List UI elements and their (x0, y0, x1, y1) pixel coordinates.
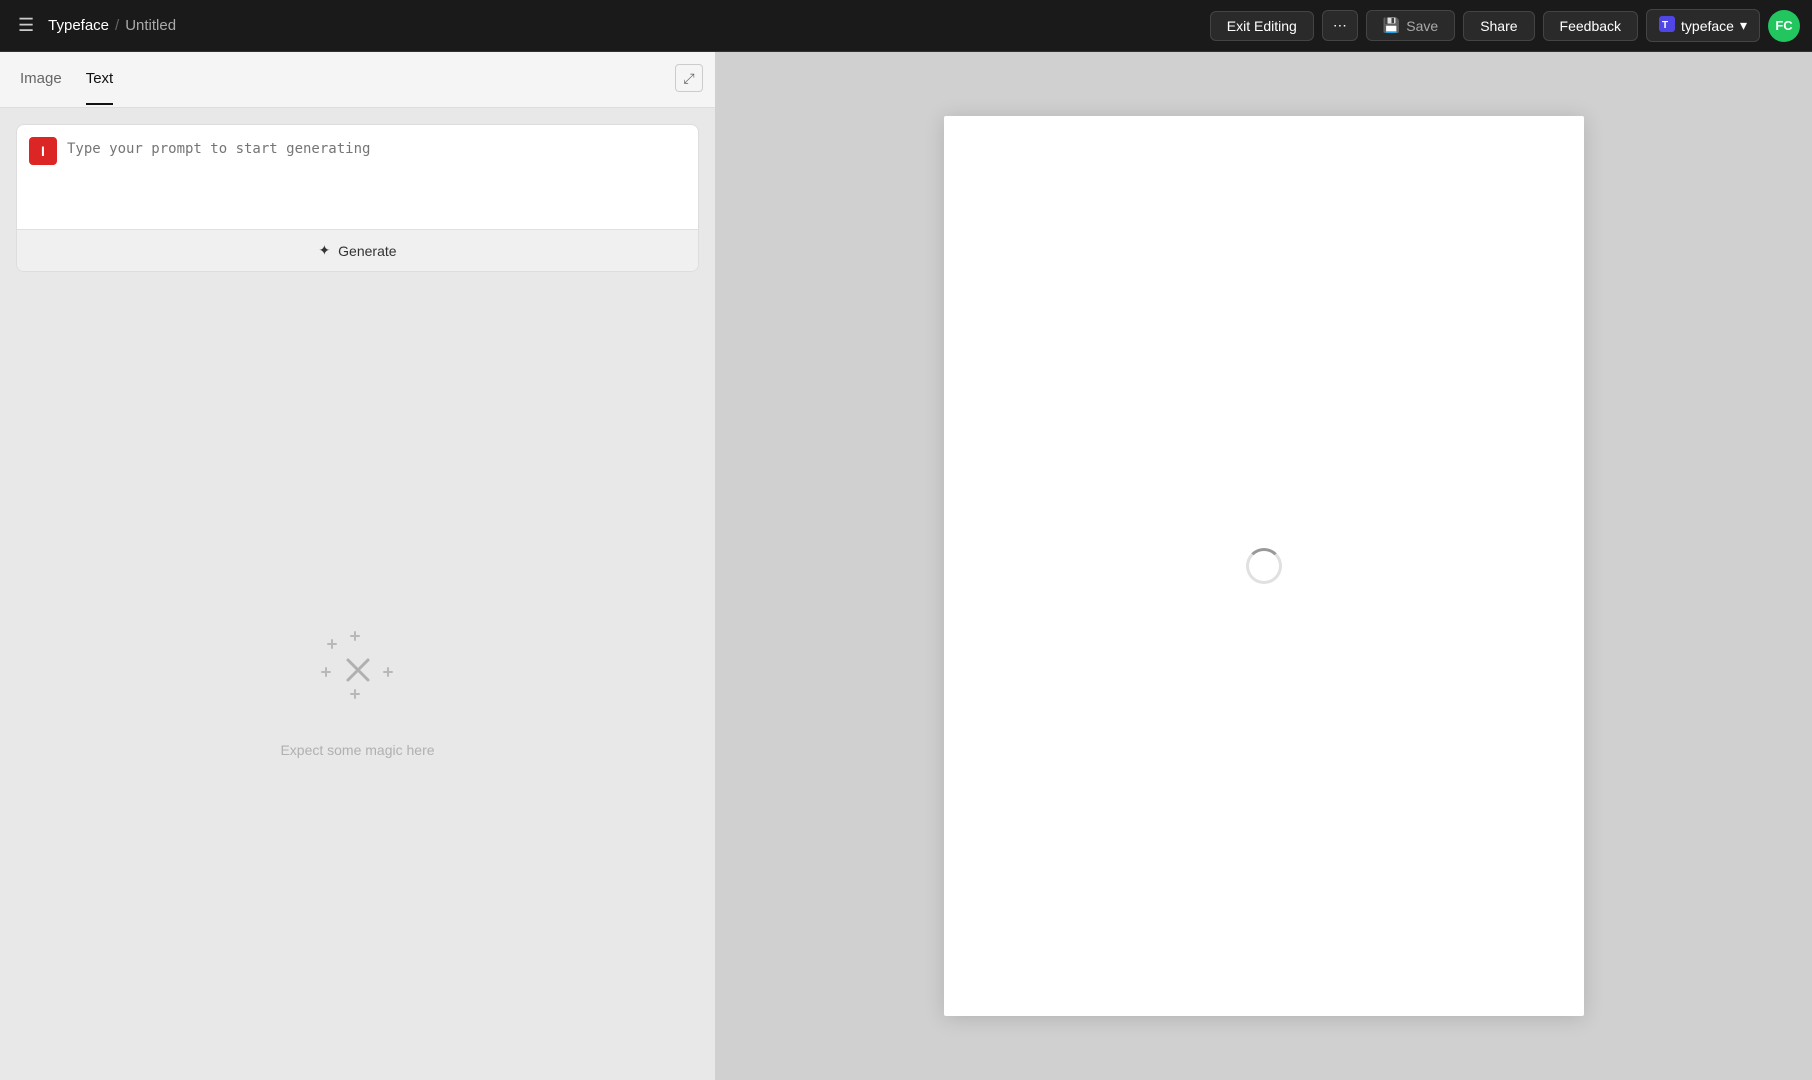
menu-icon: ☰ (18, 15, 34, 36)
breadcrumb-separator: / (115, 17, 119, 34)
tab-image[interactable]: Image (20, 54, 62, 105)
svg-text:T: T (1662, 20, 1668, 31)
prompt-input[interactable] (67, 137, 686, 217)
chevron-down-icon: ▾ (1740, 17, 1747, 34)
prompt-brand-icon: I (29, 137, 57, 165)
expand-icon: ⤢ (683, 70, 694, 87)
prompt-area: I ✦ Generate (16, 124, 699, 272)
more-options-button[interactable]: ⋯ (1322, 10, 1358, 41)
generate-button[interactable]: ✦ Generate (17, 229, 698, 271)
topbar-left: ☰ Typeface / Untitled (12, 11, 1202, 40)
save-label: Save (1406, 18, 1438, 34)
feedback-button[interactable]: Feedback (1543, 11, 1638, 41)
user-avatar-button[interactable]: FC (1768, 10, 1800, 42)
typeface-logo-icon: T (1659, 16, 1675, 35)
topbar-right: Exit Editing ⋯ 💾 Save Share Feedback T t… (1210, 9, 1800, 42)
save-button[interactable]: 💾 Save (1366, 10, 1455, 41)
magic-placeholder-text: Expect some magic here (280, 742, 434, 758)
tab-text[interactable]: Text (86, 54, 114, 105)
breadcrumb-page[interactable]: Untitled (125, 17, 176, 34)
sparkle-svg (298, 610, 418, 730)
loading-spinner (1246, 548, 1282, 584)
share-button[interactable]: Share (1463, 11, 1534, 41)
prompt-inner: I (17, 125, 698, 229)
topbar: ☰ Typeface / Untitled Exit Editing ⋯ 💾 S… (0, 0, 1812, 52)
breadcrumb: Typeface / Untitled (48, 17, 176, 34)
breadcrumb-brand: Typeface (48, 17, 109, 34)
main-content: Image Text ⤢ I ✦ Generate (0, 52, 1812, 1080)
save-disk-icon: 💾 (1383, 17, 1400, 34)
panel-header: Image Text ⤢ (0, 52, 715, 108)
generate-sparkle-icon: ✦ (318, 242, 330, 259)
generate-label: Generate (338, 243, 396, 259)
right-panel (715, 52, 1812, 1080)
expand-panel-button[interactable]: ⤢ (675, 64, 703, 92)
magic-empty-state: Expect some magic here (0, 288, 715, 1080)
magic-sparkle-graphic (298, 610, 418, 730)
menu-button[interactable]: ☰ (12, 11, 40, 40)
left-panel: Image Text ⤢ I ✦ Generate (0, 52, 715, 1080)
typeface-account-button[interactable]: T typeface ▾ (1646, 9, 1760, 42)
exit-editing-button[interactable]: Exit Editing (1210, 11, 1314, 41)
more-dots-icon: ⋯ (1333, 17, 1347, 33)
typeface-account-label: typeface (1681, 18, 1734, 34)
canvas-document[interactable] (944, 116, 1584, 1016)
